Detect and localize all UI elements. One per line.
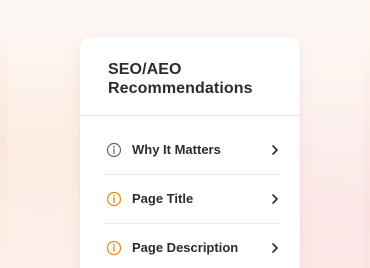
- recommendation-item-why-it-matters[interactable]: Why It Matters: [104, 126, 280, 175]
- recommendations-panel: SEO/AEO Recommendations Why It Matters P…: [80, 37, 300, 268]
- recommendation-label: Page Title: [132, 191, 194, 206]
- info-icon: [106, 142, 122, 158]
- recommendation-label: Why It Matters: [132, 142, 221, 157]
- recommendation-label: Page Description: [132, 240, 239, 255]
- panel-title-line-2: Recommendations: [108, 80, 253, 97]
- warning-info-icon: [106, 191, 122, 207]
- chevron-right-icon: [270, 192, 280, 206]
- panel-header: SEO/AEO Recommendations: [80, 37, 300, 116]
- panel-title-line-1: SEO/AEO: [108, 61, 182, 78]
- warning-info-icon: [106, 240, 122, 256]
- chevron-right-icon: [270, 143, 280, 157]
- recommendation-item-page-title[interactable]: Page Title: [104, 175, 280, 224]
- recommendation-item-page-description[interactable]: Page Description: [104, 224, 280, 268]
- chevron-right-icon: [270, 241, 280, 255]
- panel-title: SEO/AEO Recommendations: [108, 60, 288, 98]
